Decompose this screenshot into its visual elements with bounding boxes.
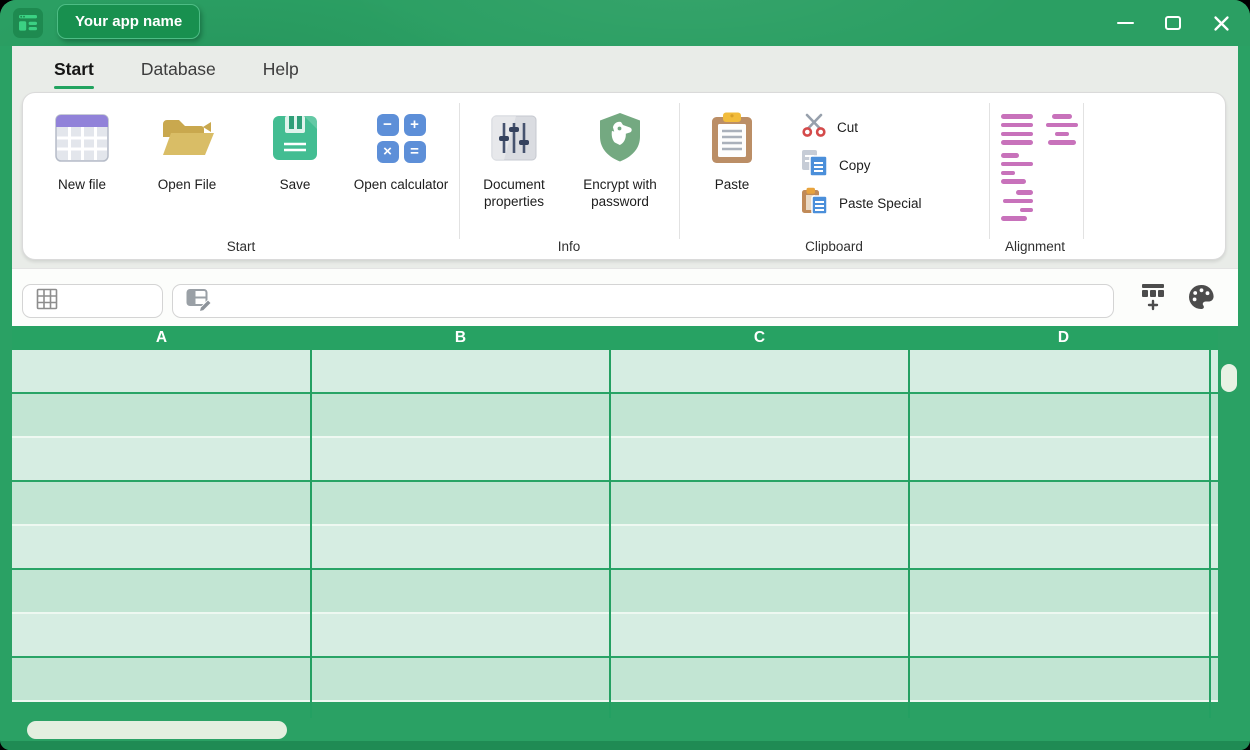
new-file-button[interactable]: New file [27, 109, 137, 194]
ribbon-area: New file Open File Save − + × = Open cal… [12, 92, 1238, 268]
grid-row[interactable] [12, 570, 1218, 614]
align-justify-icon[interactable] [1001, 114, 1033, 145]
document-properties-label: Document properties [483, 177, 545, 209]
maximize-button[interactable] [1156, 5, 1190, 41]
floppy-disk-icon [240, 109, 350, 167]
column-header-c[interactable]: C [610, 326, 909, 350]
column-gridline [908, 350, 910, 718]
calculator-icon: − + × = [346, 109, 456, 167]
grid-row[interactable] [12, 438, 1218, 482]
formula-input-box[interactable] [172, 284, 1114, 318]
insert-table-row-button[interactable] [1138, 283, 1168, 315]
copy-button[interactable]: Copy [801, 149, 1011, 182]
edit-table-icon [186, 287, 214, 316]
column-headers: A B C D [12, 326, 1218, 350]
open-file-button[interactable]: Open File [132, 109, 242, 194]
copy-icon [801, 149, 829, 182]
app-logo-icon [13, 8, 43, 38]
group-separator [1083, 103, 1084, 239]
app-title-badge: Your app name [57, 4, 201, 39]
copy-label: Copy [839, 157, 871, 173]
new-file-table-icon [27, 109, 137, 167]
column-gridline [1209, 350, 1211, 718]
open-file-label: Open File [157, 177, 217, 192]
calc-plus-key: + [403, 113, 426, 136]
paste-special-label: Paste Special [839, 195, 922, 211]
column-gridline [609, 350, 611, 718]
tab-start[interactable]: Start [54, 46, 94, 92]
align-right-icon[interactable] [1001, 190, 1033, 221]
vertical-scrollbar-thumb[interactable] [1221, 364, 1237, 392]
open-calculator-label: Open calculator [353, 177, 449, 192]
formula-bar [12, 268, 1238, 326]
grid-row[interactable] [12, 482, 1218, 526]
grid-row[interactable] [12, 394, 1218, 438]
column-header-b[interactable]: B [311, 326, 610, 350]
encrypt-with-password-button[interactable]: Encrypt with password [565, 109, 675, 211]
horizontal-scrollbar-thumb[interactable] [27, 721, 287, 739]
tab-help[interactable]: Help [263, 46, 299, 92]
group-label-alignment: Alignment [1004, 239, 1066, 254]
paste-special-button[interactable]: Paste Special [801, 187, 1011, 220]
calc-minus-key: − [376, 113, 399, 136]
close-icon [1213, 15, 1229, 31]
cell-reference-box[interactable] [22, 284, 247, 318]
table-card-glyph [19, 14, 37, 31]
grid-row[interactable] [12, 350, 1218, 394]
calc-equals-key: = [403, 140, 426, 163]
formula-bar-tools [1138, 283, 1216, 315]
group-label-start: Start [226, 239, 256, 254]
grid-body[interactable] [12, 350, 1218, 718]
grid-row[interactable] [12, 526, 1218, 570]
cut-button[interactable]: Cut [801, 113, 1011, 141]
cut-label: Cut [837, 119, 859, 135]
paste-special-icon [801, 187, 829, 220]
group-label-info: Info [557, 239, 581, 254]
new-file-label: New file [57, 177, 106, 192]
group-label-clipboard: Clipboard [805, 239, 863, 254]
window-bottom-edge [0, 741, 1250, 750]
align-center-icon[interactable] [1046, 114, 1078, 145]
column-gridline [310, 350, 312, 718]
align-left-icon[interactable] [1001, 153, 1033, 184]
grid-row[interactable] [12, 658, 1218, 702]
save-label: Save [279, 177, 311, 192]
formula-input[interactable] [222, 285, 1113, 317]
calc-multiply-key: × [376, 140, 399, 163]
clipboard-icon [677, 109, 787, 167]
encrypt-with-password-label: Encrypt with password [583, 177, 657, 209]
app-window: Your app name Start Database Help New fi… [0, 0, 1250, 750]
ribbon-panel: New file Open File Save − + × = Open cal… [22, 92, 1226, 260]
titlebar: Your app name [0, 0, 1250, 46]
window-controls [1108, 5, 1238, 41]
tab-database[interactable]: Database [141, 46, 216, 92]
spreadsheet: A B C D [12, 326, 1218, 718]
column-header-d[interactable]: D [909, 326, 1218, 350]
grid-cells-icon [36, 288, 58, 315]
scissors-icon [801, 112, 827, 143]
document-properties-button[interactable]: Document properties [459, 109, 569, 211]
open-folder-icon [132, 109, 242, 167]
table-plus-icon [1140, 282, 1166, 317]
grid-row[interactable] [12, 614, 1218, 658]
save-button[interactable]: Save [240, 109, 350, 194]
paste-label: Paste [714, 177, 750, 192]
menu-bar: Start Database Help [12, 46, 1238, 92]
palette-icon [1188, 284, 1215, 315]
column-header-a[interactable]: A [12, 326, 311, 350]
paste-button[interactable]: Paste [677, 109, 787, 194]
shield-dog-icon [565, 109, 675, 167]
close-button[interactable] [1204, 5, 1238, 41]
open-calculator-button[interactable]: − + × = Open calculator [346, 109, 456, 194]
sliders-icon [459, 109, 569, 167]
theme-color-button[interactable] [1186, 283, 1216, 315]
minimize-button[interactable] [1108, 5, 1142, 41]
